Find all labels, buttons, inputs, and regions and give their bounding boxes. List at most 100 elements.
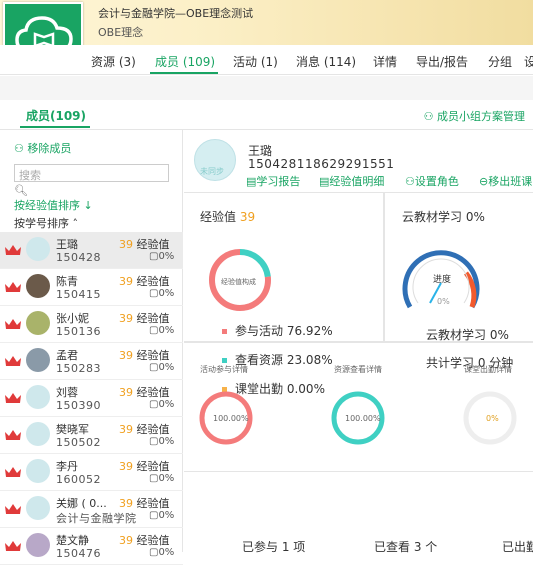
avatar [26, 533, 50, 557]
crown-icon [5, 430, 21, 440]
avatar [26, 237, 50, 261]
member-exp: 39 经验值 [119, 312, 170, 325]
attendance-ring-text: 0% [486, 414, 499, 423]
avatar [26, 385, 50, 409]
member-progress: ▢0% [149, 288, 175, 299]
sort-by-id-button[interactable]: 按学号排序 ˄ [14, 215, 78, 231]
member-progress: ▢0% [149, 473, 175, 484]
member-id: 150476 [56, 547, 101, 560]
member-name: 刘蓉 [56, 386, 78, 399]
member-id: 150136 [56, 325, 101, 338]
group-manage-link[interactable]: ⚇ 成员小组方案管理 [424, 108, 525, 124]
attended-count: 已出勤 [502, 540, 533, 554]
remove-member-button[interactable]: ⚇ 移除成员 [14, 140, 71, 156]
remove-from-class-link[interactable]: ⊖移出班课 [479, 173, 532, 189]
member-exp: 39 经验值 [119, 497, 170, 510]
tab-settings[interactable]: 设 [524, 53, 533, 70]
activity-ring-text: 100.00% [213, 414, 249, 423]
crown-icon [5, 467, 21, 477]
member-exp: 39 经验值 [119, 386, 170, 399]
tab-messages[interactable]: 消息 (114) [296, 53, 356, 70]
search-icon: 🔍︎ [14, 184, 28, 197]
profile-id: 150428118629291551 [248, 157, 395, 171]
search-input[interactable]: 搜索 [14, 164, 169, 182]
tab-groups[interactable]: 分组 [488, 53, 512, 70]
crown-icon [5, 356, 21, 366]
member-progress: ▢0% [149, 325, 175, 336]
avatar [26, 422, 50, 446]
member-row[interactable]: 关娜 ( 0... 会计与金融学院 39 经验值 ▢0% [0, 491, 183, 528]
exp-detail-link[interactable]: ▤经验值明细 [319, 173, 384, 189]
course-title: 会计与金融学院—OBE理念测试 [98, 7, 254, 20]
separator-bar [0, 76, 533, 100]
cloud-label: 云教材学习 0% [402, 210, 485, 224]
tab-resources[interactable]: 资源 (3) [91, 53, 136, 70]
member-row[interactable]: 樊晓军 150502 39 经验值 ▢0% [0, 417, 183, 454]
legend-swatch [222, 329, 227, 334]
member-row[interactable]: 楚文静 150476 39 经验值 ▢0% [0, 528, 183, 565]
member-exp: 39 经验值 [119, 275, 170, 288]
avatar [26, 311, 50, 335]
avatar [26, 459, 50, 483]
member-exp: 39 经验值 [119, 238, 170, 251]
member-progress: ▢0% [149, 510, 175, 521]
tab-export[interactable]: 导出/报告 [416, 53, 468, 70]
main-tabs: 资源 (3) 成员 (109) 活动 (1) 消息 (114) 详情 导出/报告… [0, 45, 533, 75]
avatar [26, 348, 50, 372]
member-row[interactable]: 李丹 160052 39 经验值 ▢0% [0, 454, 183, 491]
resource-detail-title: 资源查看详情 [334, 365, 382, 374]
member-row[interactable]: 孟君 150283 39 经验值 ▢0% [0, 343, 183, 380]
member-id: 会计与金融学院 [56, 512, 137, 525]
member-name: 张小妮 [56, 312, 89, 325]
avatar [26, 496, 50, 520]
member-name: 孟君 [56, 349, 78, 362]
member-progress: ▢0% [149, 251, 175, 262]
tab-members[interactable]: 成员 (109) [155, 53, 215, 70]
study-report-link[interactable]: ▤学习报告 [246, 173, 300, 189]
member-exp: 39 经验值 [119, 534, 170, 547]
member-name: 樊晓军 [56, 423, 89, 436]
member-exp: 39 经验值 [119, 460, 170, 473]
members-title: 成员(109) [26, 109, 87, 123]
attendance-detail-title: 课堂出勤详情 [464, 365, 512, 374]
crown-icon [5, 504, 21, 514]
legend-item: 参与活动 76.92% [222, 322, 333, 339]
avatar-badge: 未同步 [200, 167, 224, 176]
course-subtitle: OBE理念 [98, 26, 144, 39]
legend-swatch [222, 358, 227, 363]
member-name: 李丹 [56, 460, 78, 473]
member-name: 王璐 [56, 238, 78, 251]
member-name: 关娜 ( 0... [56, 497, 107, 510]
set-role-link[interactable]: ⚇设置角色 [405, 173, 459, 189]
member-id: 150390 [56, 399, 101, 412]
member-row[interactable]: 陈青 150415 39 经验值 ▢0% [0, 269, 183, 306]
member-row[interactable]: 王璐 150428 39 经验值 ▢0% [0, 232, 183, 269]
member-progress: ▢0% [149, 547, 175, 558]
tab-details[interactable]: 详情 [373, 53, 397, 70]
member-progress: ▢0% [149, 436, 175, 447]
exp-label: 经验值 39 [200, 210, 256, 224]
avatar [26, 274, 50, 298]
active-tab-indicator [150, 72, 218, 74]
member-progress: ▢0% [149, 399, 175, 410]
member-name: 楚文静 [56, 534, 89, 547]
members-title-underline [20, 126, 90, 128]
crown-icon [5, 319, 21, 329]
viewed-count: 已查看 3 个 [374, 540, 438, 554]
crown-icon [5, 541, 21, 551]
member-row[interactable]: 刘蓉 150390 39 经验值 ▢0% [0, 380, 183, 417]
member-id: 160052 [56, 473, 101, 486]
gauge-label: 进度 [433, 275, 452, 285]
member-row[interactable]: 张小妮 150136 39 经验值 ▢0% [0, 306, 183, 343]
donut-center-text: 经验值构成 [221, 278, 256, 286]
member-progress: ▢0% [149, 362, 175, 373]
sort-by-exp-button[interactable]: 按经验值排序 ↓ [14, 197, 93, 213]
member-name: 陈青 [56, 275, 78, 288]
member-id: 150283 [56, 362, 101, 375]
crown-icon [5, 393, 21, 403]
participated-count: 已参与 1 项 [242, 540, 306, 554]
member-exp: 39 经验值 [119, 423, 170, 436]
activity-detail-title: 活动参与详情 [200, 365, 248, 374]
member-exp: 39 经验值 [119, 349, 170, 362]
tab-activities[interactable]: 活动 (1) [233, 53, 278, 70]
